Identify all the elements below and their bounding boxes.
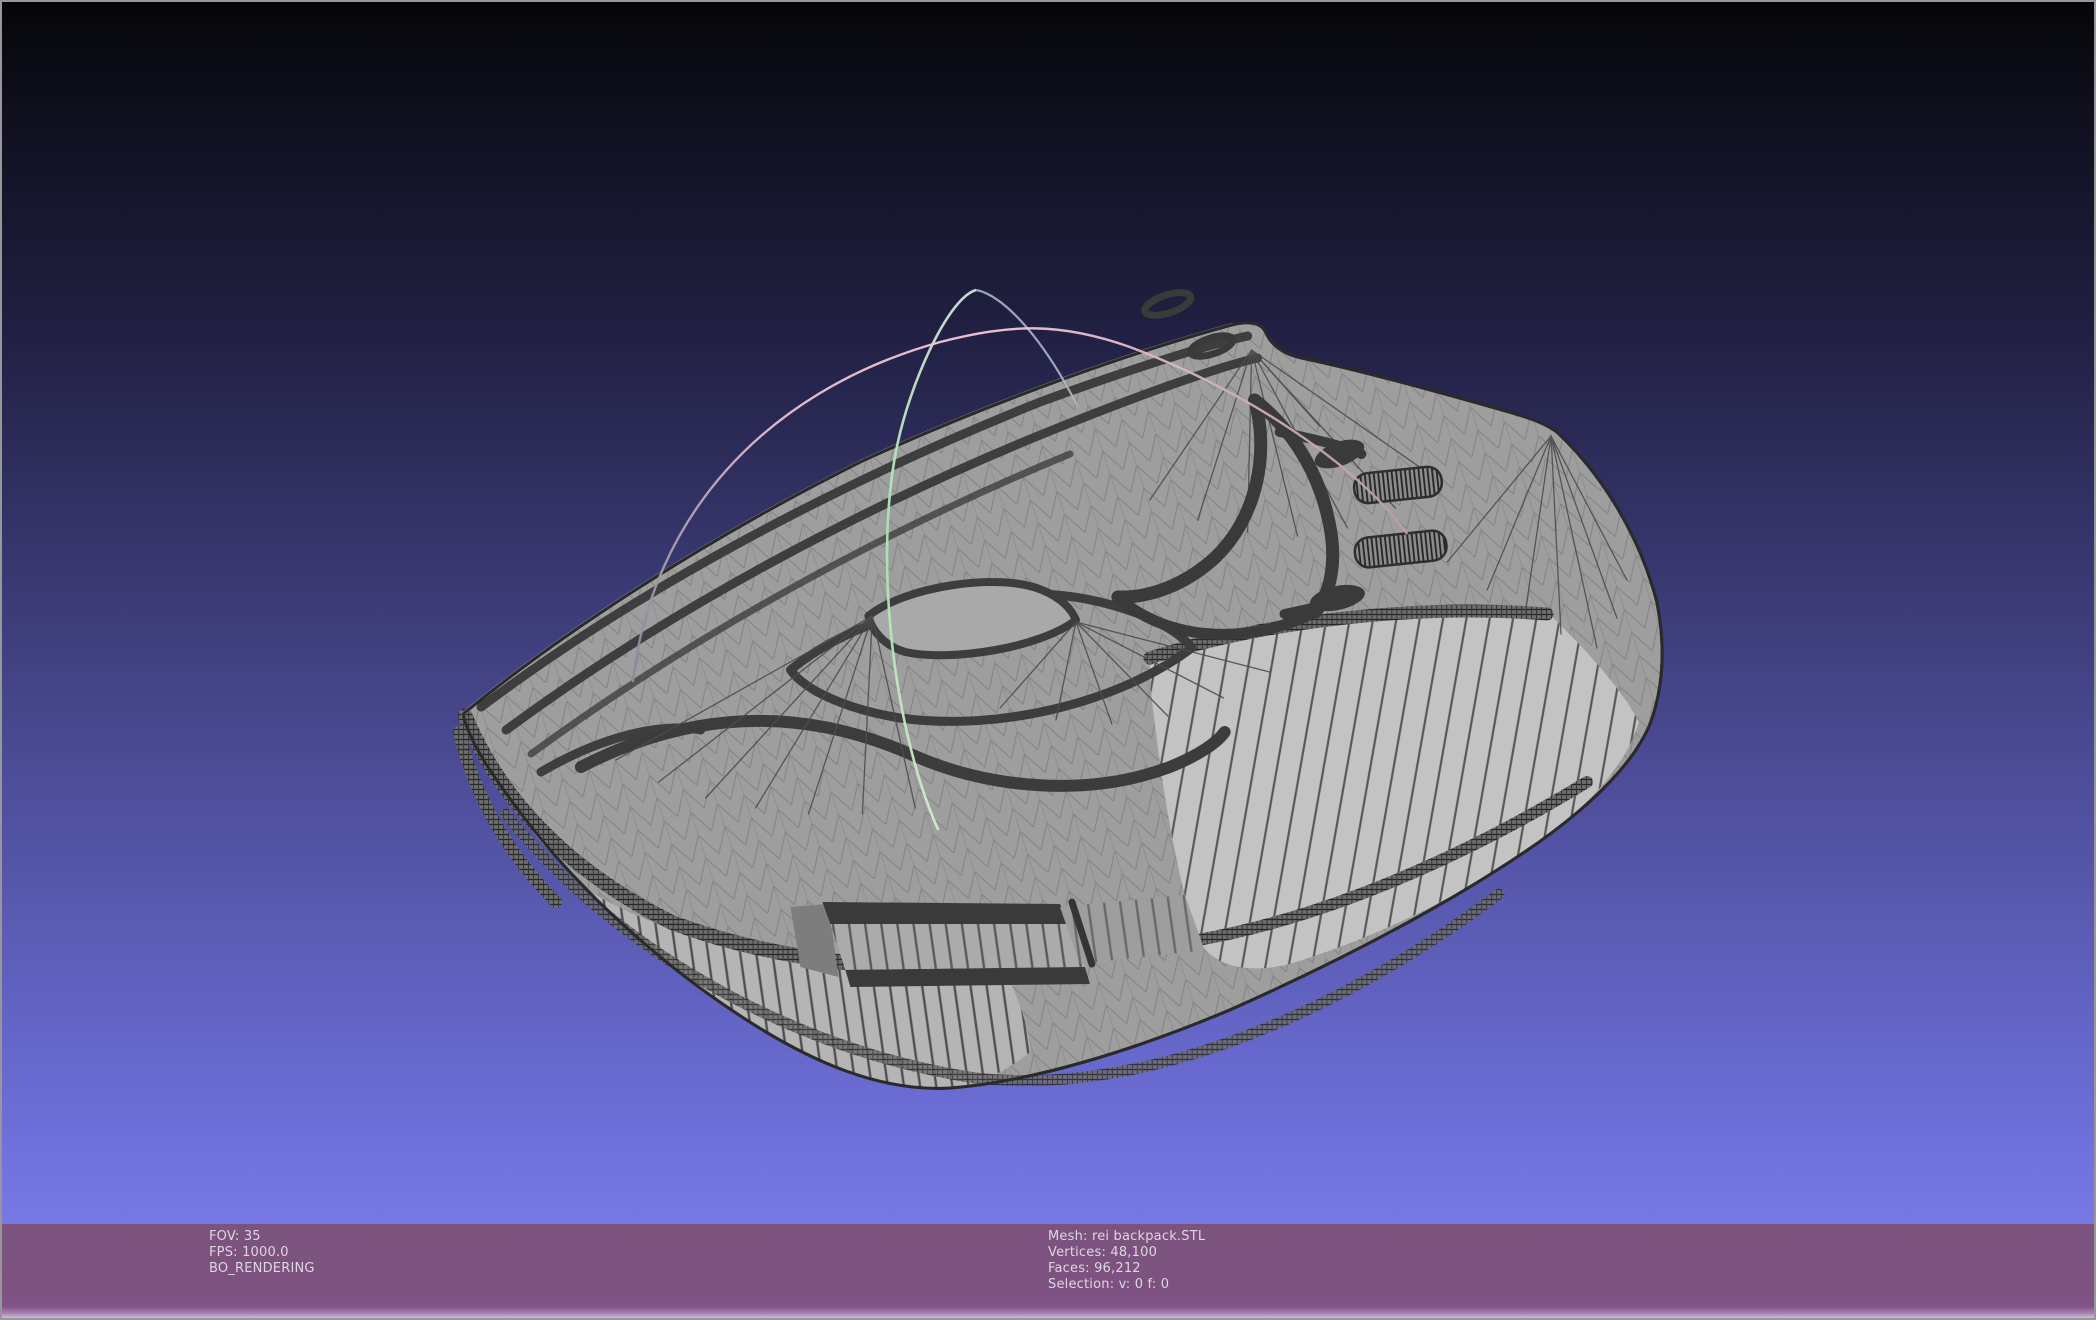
mesh-object[interactable]: [453, 288, 1664, 1090]
hud-mesh-info: Mesh: rei backpack.STL Vertices: 48,100 …: [1048, 1229, 1205, 1293]
hud-mesh-name: Mesh: rei backpack.STL: [1048, 1229, 1206, 1244]
hud-face-count: Faces: 96,212: [1048, 1261, 1141, 1276]
hud-vertex-count: Vertices: 48,100: [1048, 1245, 1158, 1260]
status-bar: FOV: 35 FPS: 1000.0 BO_RENDERING Mesh: r…: [2, 1224, 2094, 1318]
hud-render-mode: BO_RENDERING: [209, 1261, 315, 1276]
hud-left: FOV: 35 FPS: 1000.0 BO_RENDERING: [209, 1229, 315, 1277]
hud-fps: FPS: 1000.0: [209, 1245, 289, 1260]
viewport-3d[interactable]: [2, 2, 2094, 1224]
app-window: FOV: 35 FPS: 1000.0 BO_RENDERING Mesh: r…: [0, 0, 2096, 1320]
hud-selection-info: Selection: v: 0 f: 0: [1048, 1277, 1170, 1292]
hud-fov: FOV: 35: [209, 1229, 261, 1244]
mesh-render: [453, 288, 1664, 1090]
